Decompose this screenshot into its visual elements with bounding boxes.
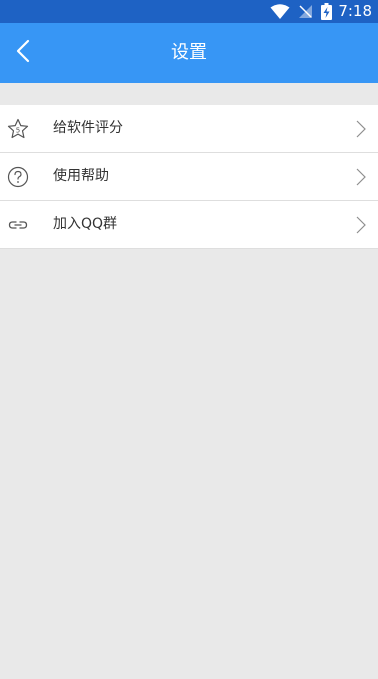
status-time: 7:18	[338, 2, 372, 20]
link-icon	[7, 214, 29, 236]
status-bar: 7:18	[0, 0, 378, 23]
settings-item-label: 加入QQ群	[53, 216, 118, 232]
back-arrow-icon	[16, 39, 30, 67]
help-circle-icon	[7, 166, 29, 188]
settings-list: 5 给软件评分 使用帮助 加入QQ群	[0, 105, 378, 249]
back-button[interactable]	[6, 33, 40, 73]
chevron-right-icon	[356, 120, 366, 138]
svg-text:5: 5	[16, 127, 20, 135]
star-rating-icon: 5	[7, 118, 29, 140]
chevron-right-icon	[356, 216, 366, 234]
settings-item-help[interactable]: 使用帮助	[0, 153, 378, 201]
battery-charging-icon	[321, 3, 333, 20]
page-title: 设置	[171, 42, 207, 63]
signal-off-icon	[298, 4, 313, 19]
settings-item-rate-app[interactable]: 5 给软件评分	[0, 105, 378, 153]
status-icons: 7:18	[270, 0, 372, 23]
wifi-icon	[270, 3, 290, 20]
settings-item-label: 使用帮助	[53, 168, 109, 184]
settings-item-label: 给软件评分	[53, 120, 123, 136]
chevron-right-icon	[356, 168, 366, 186]
app-bar: 设置	[0, 23, 378, 83]
settings-item-join-qq-group[interactable]: 加入QQ群	[0, 201, 378, 248]
